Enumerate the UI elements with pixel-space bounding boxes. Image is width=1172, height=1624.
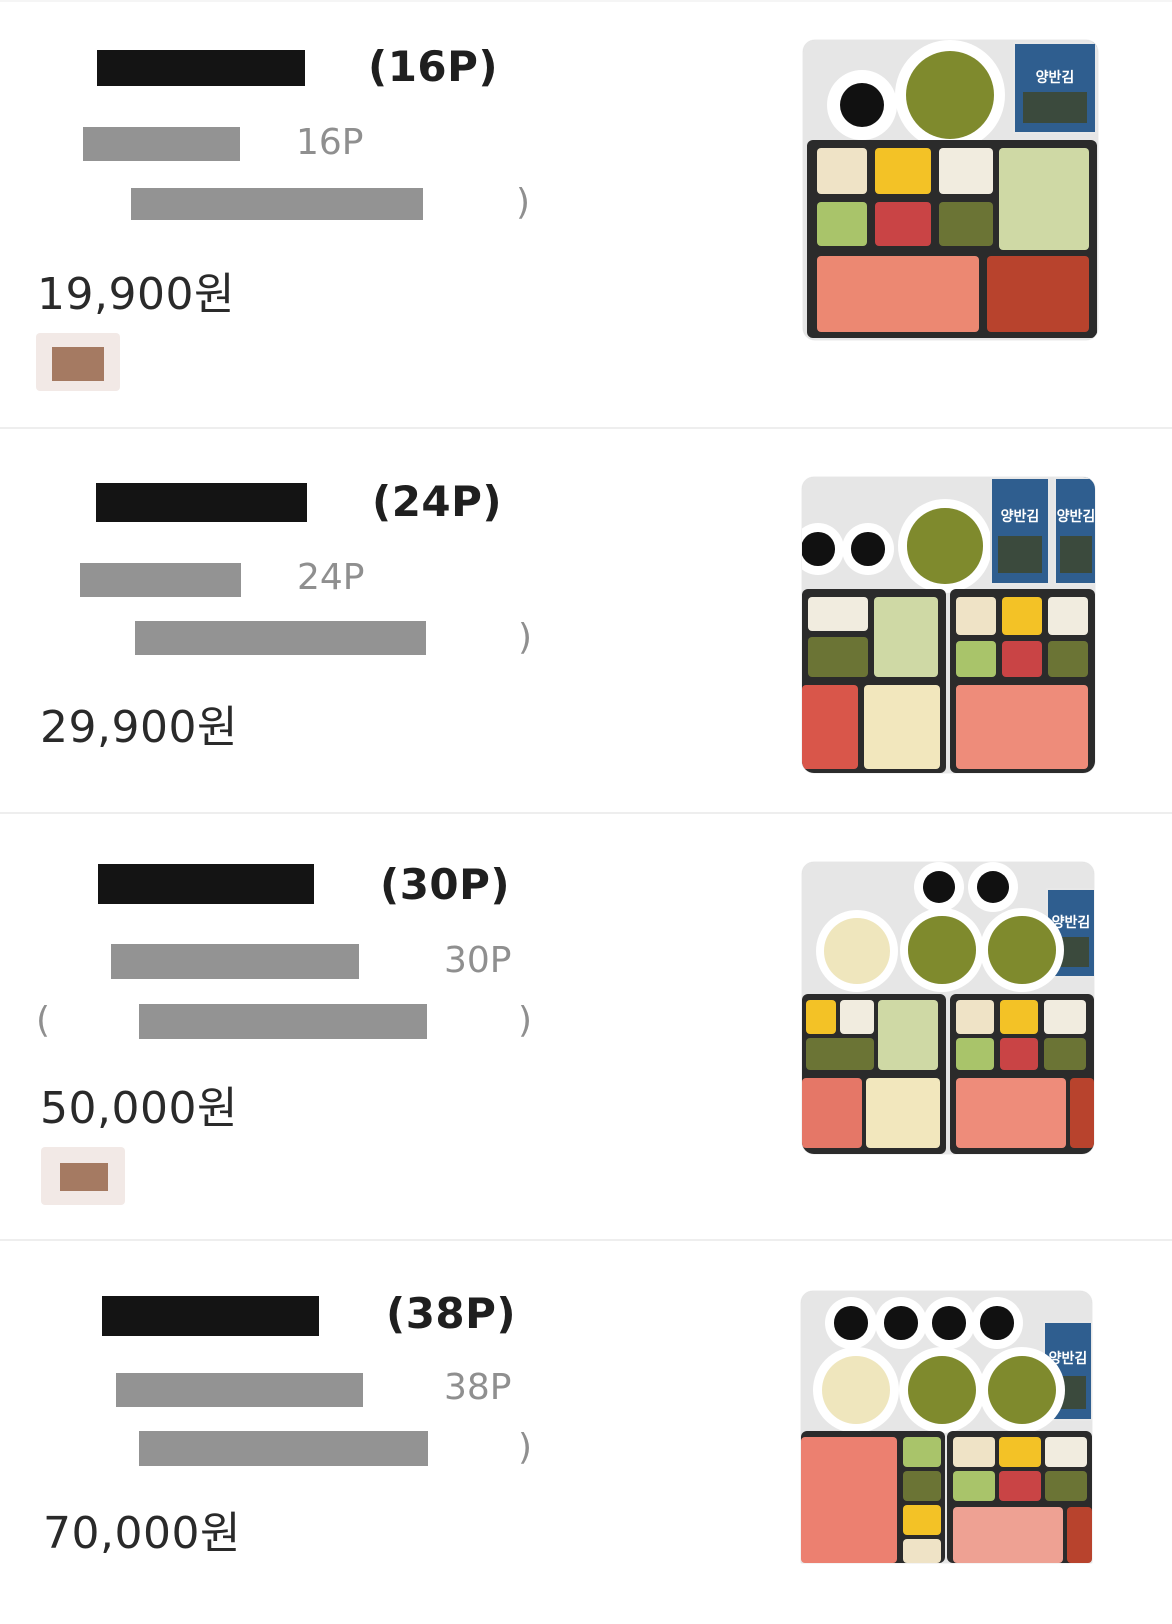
- sauce-bowl: [968, 862, 1018, 912]
- food-tray: [801, 1431, 945, 1563]
- sauce-bowl: [923, 1297, 975, 1349]
- serving-size: 16P: [296, 122, 364, 163]
- menu-item-2[interactable]: (24P) 24P ) 29,900원 양반김 양반김: [0, 427, 1172, 815]
- soup-bowl: [895, 40, 1005, 150]
- redacted-name: [98, 864, 314, 904]
- soup-bowl: [980, 908, 1064, 992]
- item-price: 50,000원: [40, 1083, 238, 1134]
- redacted-description: [111, 944, 359, 979]
- description-paren: ): [516, 182, 531, 223]
- rice-bowl: [813, 1347, 899, 1433]
- seaweed-pack: 양반김: [990, 477, 1050, 585]
- item-thumbnail[interactable]: 양반김 양반김: [802, 477, 1095, 773]
- food-tray: [950, 589, 1095, 773]
- menu-item-4[interactable]: (38P) 38P ) 70,000원 양반김: [0, 1239, 1172, 1624]
- redacted-name: [102, 1296, 319, 1336]
- item-thumbnail[interactable]: 양반김: [802, 862, 1094, 1154]
- badge-swatch: [60, 1163, 108, 1191]
- redacted-name: [97, 50, 305, 86]
- description-paren: ): [518, 1427, 533, 1468]
- sauce-bowl: [914, 862, 964, 912]
- badge-swatch: [52, 347, 104, 381]
- seaweed-pack: 양반김: [1054, 477, 1095, 585]
- item-title-suffix: (38P): [386, 1289, 517, 1338]
- item-thumbnail[interactable]: 양반김: [803, 40, 1098, 340]
- sauce-bowl: [842, 523, 894, 575]
- food-tray: [802, 589, 946, 773]
- item-title-suffix: (30P): [380, 860, 511, 909]
- serving-size: 30P: [444, 940, 512, 981]
- description-paren: ): [518, 617, 533, 658]
- redacted-name: [96, 483, 307, 522]
- serving-size: 38P: [444, 1367, 512, 1408]
- menu-item-1[interactable]: (16P) 16P ) 19,900원 양반김: [0, 0, 1172, 430]
- food-tray: [807, 140, 1097, 338]
- item-price: 19,900원: [37, 269, 235, 320]
- redacted-description: [80, 563, 241, 597]
- rice-bowl: [816, 910, 898, 992]
- description-paren: ): [518, 1000, 533, 1041]
- item-badge: [36, 333, 120, 391]
- redacted-description: [131, 188, 423, 220]
- item-title-suffix: (24P): [372, 477, 503, 526]
- soup-bowl: [898, 499, 992, 593]
- item-price: 29,900원: [40, 702, 238, 753]
- soup-bowl: [899, 1347, 985, 1433]
- food-tray: [947, 1431, 1092, 1563]
- serving-size: 24P: [297, 557, 365, 598]
- sauce-bowl: [971, 1297, 1023, 1349]
- item-badge: [41, 1147, 125, 1205]
- item-title-suffix: (16P): [368, 42, 499, 91]
- seaweed-pack: 양반김: [1013, 42, 1097, 134]
- description-paren-left: (: [36, 1000, 51, 1041]
- menu-item-3[interactable]: (30P) 30P ( ) 50,000원 양반김: [0, 812, 1172, 1242]
- sauce-bowl: [802, 523, 844, 575]
- sauce-bowl: [825, 1297, 877, 1349]
- redacted-description: [83, 127, 240, 161]
- item-price: 70,000원: [43, 1508, 241, 1559]
- redacted-description: [139, 1431, 428, 1466]
- food-tray: [950, 994, 1094, 1154]
- redacted-description: [139, 1004, 427, 1039]
- sauce-bowl: [875, 1297, 927, 1349]
- redacted-description: [135, 621, 426, 655]
- sauce-bowl: [827, 70, 897, 140]
- item-thumbnail[interactable]: 양반김: [801, 1291, 1092, 1563]
- soup-bowl: [979, 1347, 1065, 1433]
- redacted-description: [116, 1373, 363, 1407]
- food-tray: [802, 994, 946, 1154]
- soup-bowl: [900, 908, 984, 992]
